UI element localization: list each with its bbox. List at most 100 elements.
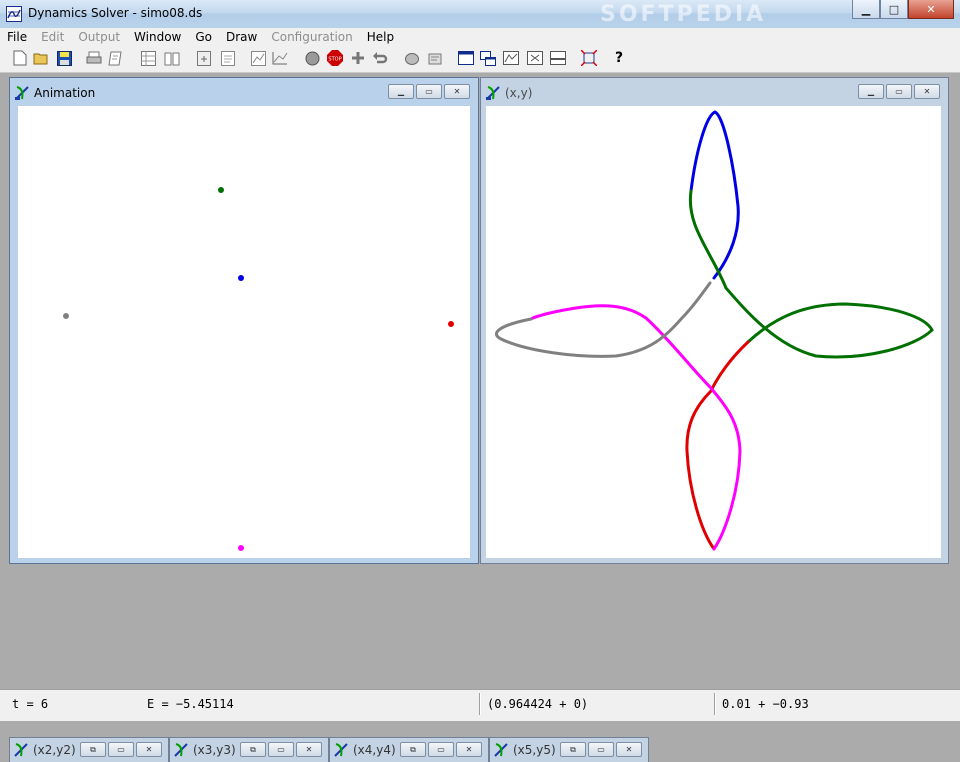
menu-go[interactable]: Go bbox=[188, 28, 219, 46]
plot-window-icon bbox=[486, 86, 500, 100]
status-cursor: 0.01 + −0.93 bbox=[722, 697, 809, 711]
close-icon: ✕ bbox=[453, 86, 461, 96]
watermark-text: SOFTPEDIA bbox=[600, 2, 767, 27]
animation-window-controls: ▁ ▭ ✕ bbox=[388, 84, 470, 99]
book-icon[interactable] bbox=[164, 50, 180, 66]
restore-child-button[interactable]: ▭ bbox=[416, 84, 442, 99]
tile-icon[interactable] bbox=[503, 50, 519, 66]
xy-window[interactable]: (x,y) ▁ ▭ ✕ bbox=[480, 77, 949, 564]
animation-plot bbox=[63, 187, 454, 551]
minimize-child-button[interactable]: ▁ bbox=[858, 84, 884, 99]
window-icon[interactable] bbox=[458, 50, 474, 66]
minimized-window-x2y2[interactable]: (x2,y2) ⧉ ▭ ✕ bbox=[9, 737, 169, 762]
status-separator bbox=[479, 693, 481, 715]
menu-window[interactable]: Window bbox=[127, 28, 188, 46]
sphere-icon[interactable] bbox=[304, 50, 320, 66]
minimized-window-x4y4[interactable]: (x4,y4) ⧉ ▭ ✕ bbox=[329, 737, 489, 762]
close-icon: ✕ bbox=[926, 2, 936, 16]
menu-draw[interactable]: Draw bbox=[219, 28, 264, 46]
animation-canvas[interactable] bbox=[18, 106, 470, 558]
close-child-button[interactable]: ✕ bbox=[296, 742, 322, 757]
app-logo-icon bbox=[6, 6, 22, 22]
menu-file[interactable]: File bbox=[0, 28, 34, 46]
menu-output[interactable]: Output bbox=[71, 28, 127, 46]
close-child-button[interactable]: ✕ bbox=[914, 84, 940, 99]
svg-text:STOP: STOP bbox=[328, 57, 341, 63]
close-button[interactable]: ✕ bbox=[908, 0, 954, 19]
compare-icon[interactable] bbox=[527, 50, 543, 66]
restore-icon: ▭ bbox=[895, 86, 903, 96]
line-chart-icon[interactable] bbox=[272, 50, 288, 66]
help-icon[interactable]: ? bbox=[611, 50, 627, 66]
restore-icon: ▭ bbox=[425, 86, 433, 96]
minimized-window-x3y3[interactable]: (x3,y3) ⧉ ▭ ✕ bbox=[169, 737, 329, 762]
maximize-button[interactable]: □ bbox=[880, 0, 908, 19]
data-icon[interactable] bbox=[220, 50, 236, 66]
xy-window-titlebar[interactable]: (x,y) bbox=[485, 84, 532, 102]
maximize-child-button[interactable]: ▭ bbox=[268, 742, 294, 757]
maximize-child-button[interactable]: ▭ bbox=[108, 742, 134, 757]
add-icon[interactable] bbox=[350, 50, 366, 66]
new-file-icon[interactable] bbox=[12, 50, 28, 66]
close-icon: ✕ bbox=[923, 86, 931, 96]
xy-canvas[interactable] bbox=[486, 106, 941, 558]
animation-window-title: Animation bbox=[34, 86, 96, 100]
split-icon[interactable] bbox=[550, 50, 566, 66]
minimize-child-button[interactable]: ▁ bbox=[388, 84, 414, 99]
body-point-green bbox=[218, 187, 224, 193]
minimize-icon: ▁ bbox=[861, 2, 871, 16]
minimized-window-x5y5[interactable]: (x5,y5) ⧉ ▭ ✕ bbox=[489, 737, 649, 762]
animation-window[interactable]: Animation ▁ ▭ ✕ bbox=[9, 77, 479, 564]
body-point-magenta bbox=[238, 545, 244, 551]
xy-window-title: (x,y) bbox=[505, 86, 533, 100]
open-folder-icon[interactable] bbox=[33, 50, 49, 66]
maximize-child-button[interactable]: ▭ bbox=[428, 742, 454, 757]
close-child-button[interactable]: ✕ bbox=[616, 742, 642, 757]
status-coords: (0.964424 + 0) bbox=[487, 697, 589, 711]
menu-configuration[interactable]: Configuration bbox=[264, 28, 359, 46]
cascade-icon[interactable] bbox=[480, 50, 496, 66]
restore-child-button[interactable]: ▭ bbox=[886, 84, 912, 99]
trajectory-green bbox=[688, 189, 934, 359]
fit-icon[interactable] bbox=[581, 50, 597, 66]
print-preview-icon[interactable] bbox=[108, 50, 124, 66]
xy-plot bbox=[495, 110, 934, 551]
minimize-icon: ▁ bbox=[397, 86, 405, 96]
restore-child-button[interactable]: ⧉ bbox=[560, 742, 586, 757]
status-time: t = 6 bbox=[12, 697, 49, 711]
minimize-button[interactable]: ▁ bbox=[852, 0, 880, 19]
plot-window-icon bbox=[334, 743, 348, 757]
status-energy: E = −5.45114 bbox=[147, 697, 234, 711]
calculator-icon[interactable] bbox=[196, 50, 212, 66]
trajectory-gray bbox=[495, 281, 712, 358]
plot-window-icon bbox=[174, 743, 188, 757]
graph-icon[interactable] bbox=[250, 50, 266, 66]
restore-child-button[interactable]: ⧉ bbox=[240, 742, 266, 757]
status-bar: t = 6 E = −5.45114 (0.964424 + 0) 0.01 +… bbox=[0, 689, 960, 721]
status-separator bbox=[714, 693, 716, 715]
plot-window-icon bbox=[494, 743, 508, 757]
undo-icon[interactable] bbox=[372, 50, 388, 66]
menu-edit[interactable]: Edit bbox=[34, 28, 71, 46]
cycle-icon[interactable] bbox=[404, 50, 420, 66]
window-title: Dynamics Solver - simo08.ds bbox=[28, 6, 203, 20]
table-icon[interactable] bbox=[140, 50, 156, 66]
animation-window-titlebar[interactable]: Animation bbox=[14, 84, 95, 102]
close-child-button[interactable]: ✕ bbox=[444, 84, 470, 99]
save-disk-icon[interactable] bbox=[56, 50, 72, 66]
menu-bar: File Edit Output Window Go Draw Configur… bbox=[0, 28, 960, 46]
maximize-child-button[interactable]: ▭ bbox=[588, 742, 614, 757]
minimized-window-label: (x2,y2) bbox=[33, 743, 76, 757]
menu-help[interactable]: Help bbox=[360, 28, 401, 46]
trajectory-blue bbox=[689, 110, 740, 280]
restore-child-button[interactable]: ⧉ bbox=[400, 742, 426, 757]
restore-child-button[interactable]: ⧉ bbox=[80, 742, 106, 757]
print-icon[interactable] bbox=[86, 50, 102, 66]
xy-window-controls: ▁ ▭ ✕ bbox=[858, 84, 940, 99]
stop-icon[interactable]: STOP bbox=[327, 50, 343, 66]
close-child-button[interactable]: ✕ bbox=[456, 742, 482, 757]
settings-icon[interactable] bbox=[427, 50, 443, 66]
body-point-gray bbox=[63, 313, 69, 319]
minimized-window-label: (x5,y5) bbox=[513, 743, 556, 757]
close-child-button[interactable]: ✕ bbox=[136, 742, 162, 757]
